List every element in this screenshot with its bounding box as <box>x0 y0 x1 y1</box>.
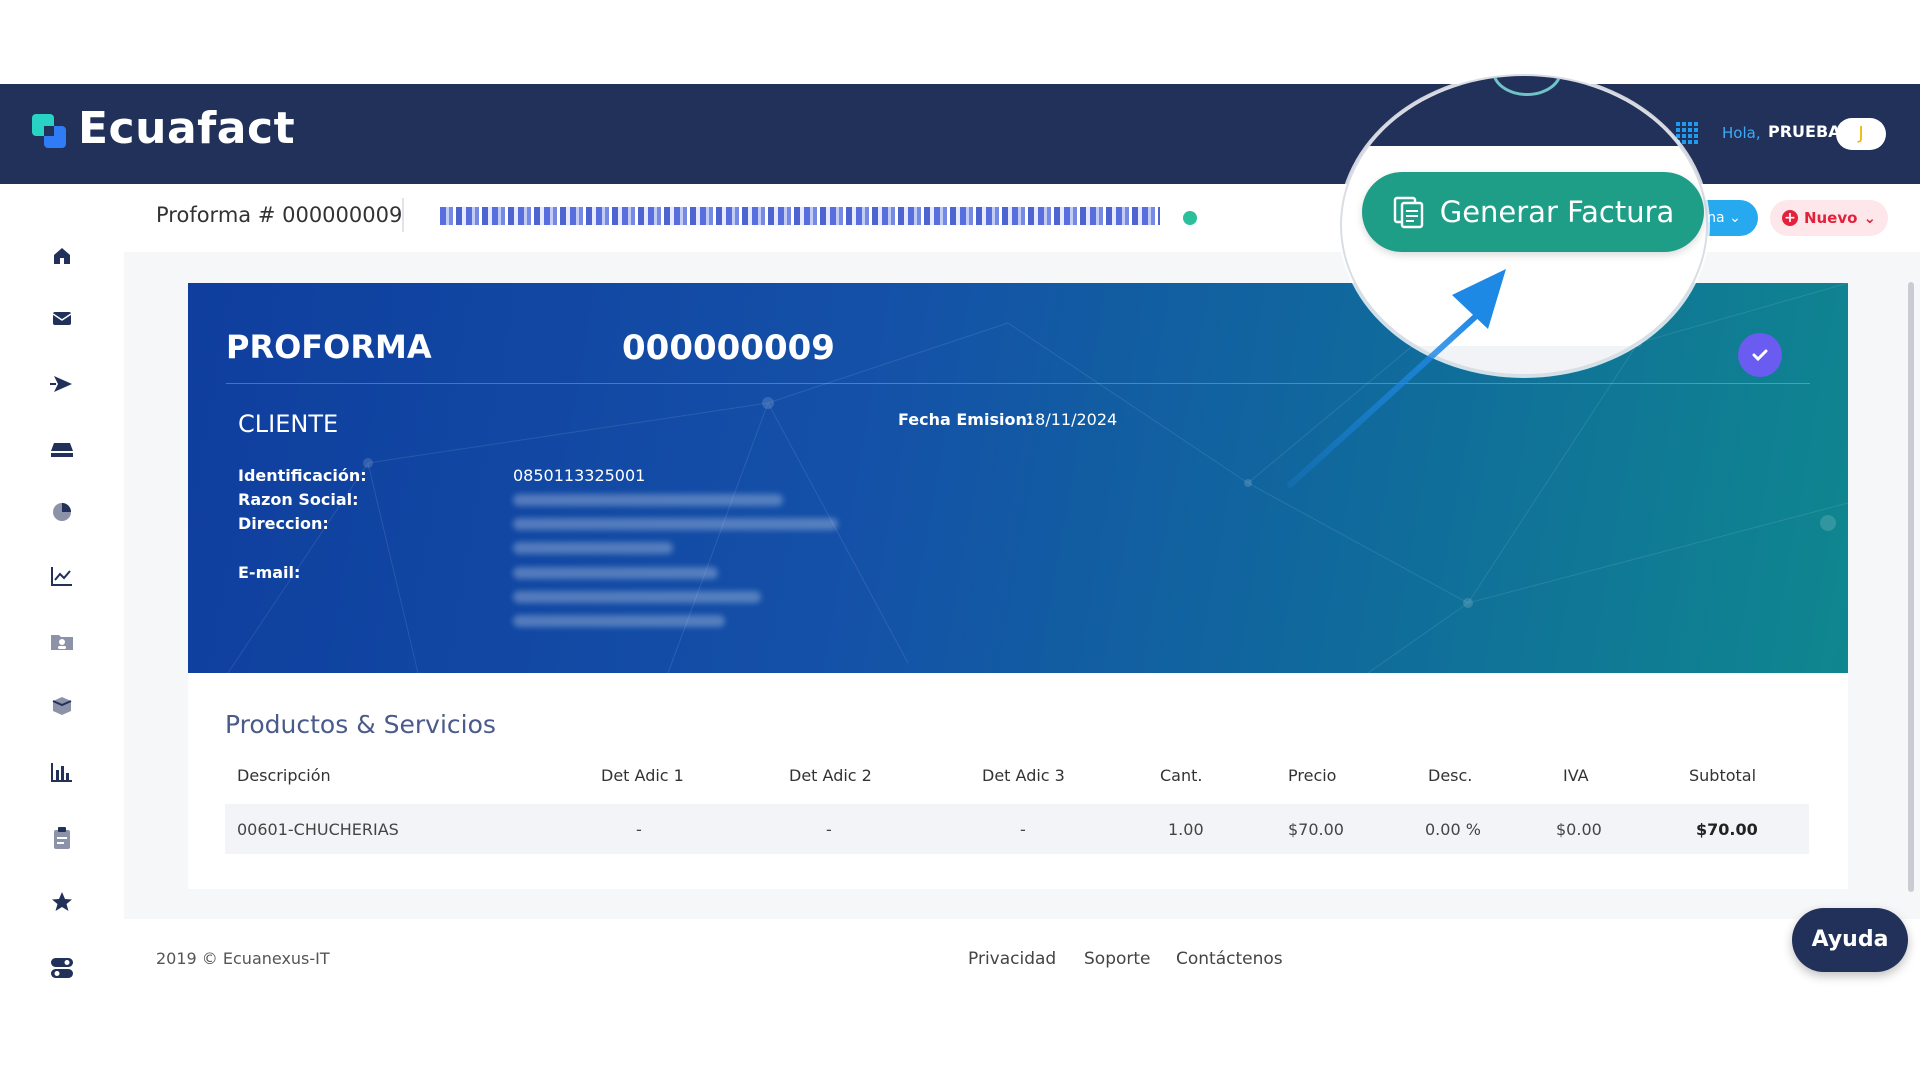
identification-value: 0850113325001 <box>513 466 646 485</box>
generate-invoice-button[interactable]: Generar Factura <box>1362 172 1704 252</box>
email-value-redacted <box>513 591 761 603</box>
pointer-arrow-icon <box>1287 269 1506 488</box>
cell-det-adic-2: - <box>826 820 832 839</box>
column-header-quantity: Cant. <box>1160 766 1203 785</box>
cell-iva: $0.00 <box>1556 820 1602 839</box>
cell-price: $70.00 <box>1288 820 1344 839</box>
email-value-redacted <box>513 567 718 579</box>
document-type: PROFORMA <box>226 328 432 366</box>
column-header-subtotal: Subtotal <box>1689 766 1757 785</box>
star-icon[interactable] <box>48 888 76 916</box>
cell-subtotal: $70.00 <box>1696 820 1758 839</box>
bar-chart-icon[interactable] <box>48 758 76 786</box>
sidebar <box>0 184 124 994</box>
contacts-folder-icon[interactable] <box>48 628 76 656</box>
cell-det-adic-1: - <box>636 820 642 839</box>
clipboard-icon[interactable] <box>48 824 76 852</box>
username[interactable]: PRUEBA <box>1768 122 1841 141</box>
greeting-text: Hola, <box>1722 124 1761 142</box>
issue-date-label: Fecha Emision: <box>898 410 1034 429</box>
new-button-label: Nuevo <box>1803 209 1858 227</box>
box-icon[interactable] <box>48 692 76 720</box>
options-button-label: na <box>1707 210 1725 226</box>
column-header-det-adic-3: Det Adic 3 <box>982 766 1065 785</box>
cell-quantity: 1.00 <box>1168 820 1204 839</box>
scrollbar[interactable] <box>1908 282 1914 892</box>
document-number: 000000009 <box>622 328 835 368</box>
business-name-label: Razon Social: <box>238 490 359 509</box>
status-dot-icon <box>1183 211 1197 225</box>
toggle-icon[interactable] <box>48 954 76 982</box>
address-value-redacted <box>513 518 838 530</box>
home-icon[interactable] <box>48 242 76 270</box>
cell-description: 00601-CHUCHERIAS <box>237 820 399 839</box>
address-line2-redacted <box>513 542 673 554</box>
address-label: Direccion: <box>238 514 329 533</box>
new-dropdown-button[interactable]: + Nuevo ⌄ <box>1770 200 1888 236</box>
column-header-description: Descripción <box>237 766 331 785</box>
cell-discount: 0.00 % <box>1425 820 1481 839</box>
title-divider <box>402 198 404 232</box>
email-label: E-mail: <box>238 563 301 582</box>
identification-label: Identificación: <box>238 466 367 485</box>
brand-name[interactable]: Ecuafact <box>78 103 295 154</box>
chevron-down-icon: ⌄ <box>1729 210 1741 226</box>
products-title: Productos & Servicios <box>225 710 496 739</box>
card-divider <box>226 383 1810 384</box>
support-link[interactable]: Soporte <box>1084 949 1151 969</box>
chevron-down-icon: ⌄ <box>1863 209 1877 227</box>
column-header-price: Precio <box>1288 766 1337 785</box>
check-icon[interactable] <box>1738 333 1782 377</box>
column-header-discount: Desc. <box>1428 766 1473 785</box>
column-header-det-adic-1: Det Adic 1 <box>601 766 684 785</box>
pie-chart-icon[interactable] <box>48 498 76 526</box>
avatar[interactable]: J <box>1836 118 1886 150</box>
client-heading: CLIENTE <box>238 410 339 438</box>
column-header-iva: IVA <box>1563 766 1589 785</box>
business-name-value-redacted <box>513 494 783 506</box>
line-chart-icon[interactable] <box>48 562 76 590</box>
inbox-icon[interactable] <box>48 436 76 464</box>
page-title: Proforma # 000000009 <box>156 203 403 227</box>
issue-date-value: 18/11/2024 <box>1025 410 1118 429</box>
logo-icon[interactable] <box>30 112 70 152</box>
send-icon[interactable] <box>48 370 76 398</box>
cell-det-adic-3: - <box>1020 820 1026 839</box>
help-button[interactable]: Ayuda <box>1792 908 1908 972</box>
copyright-text: 2019 © Ecuanexus-IT <box>156 949 330 968</box>
email-value-redacted <box>513 615 725 627</box>
contact-link[interactable]: Contáctenos <box>1176 949 1283 969</box>
breadcrumb <box>440 207 1160 225</box>
mail-icon[interactable] <box>48 304 76 332</box>
plus-circle-icon: + <box>1781 210 1798 226</box>
column-header-det-adic-2: Det Adic 2 <box>789 766 872 785</box>
privacy-link[interactable]: Privacidad <box>968 949 1056 969</box>
copy-document-icon <box>1393 196 1423 229</box>
generate-invoice-label: Generar Factura <box>1439 195 1675 229</box>
